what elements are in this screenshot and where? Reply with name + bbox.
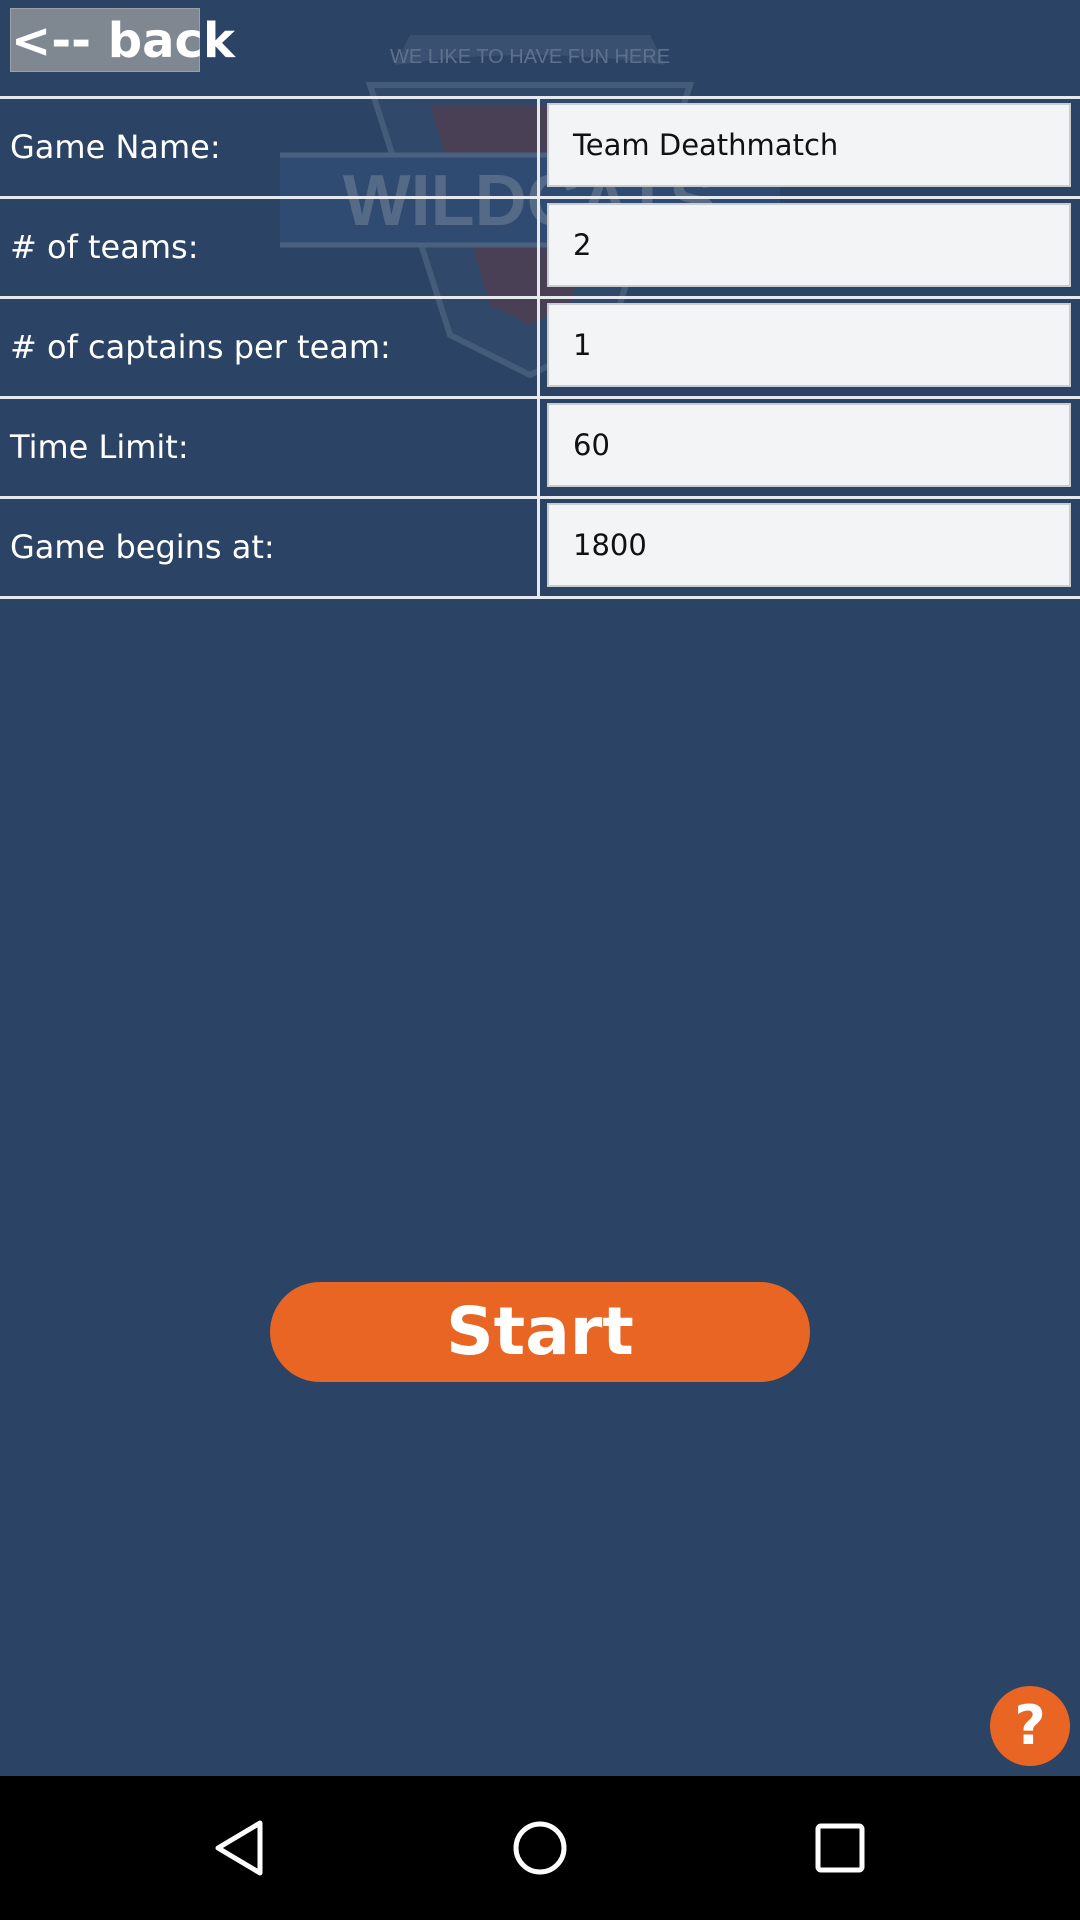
square-recents-icon: [815, 1823, 865, 1873]
time-limit-input[interactable]: 60: [547, 403, 1071, 487]
setting-row-teams: # of teams: 2: [0, 199, 1080, 299]
column-divider: [537, 299, 540, 396]
captains-per-team-label: # of captains per team:: [10, 328, 391, 366]
game-start-time-label: Game begins at:: [10, 528, 275, 566]
nav-home-button[interactable]: [480, 1776, 600, 1920]
setting-row-game-name: Game Name: Team Deathmatch: [0, 99, 1080, 199]
app-screen: WE LIKE TO HAVE FUN HERE WILDCATS <-- ba…: [0, 0, 1080, 1920]
nav-recents-button[interactable]: [780, 1776, 900, 1920]
column-divider: [537, 399, 540, 496]
column-divider: [537, 499, 540, 596]
circle-home-icon: [513, 1821, 567, 1875]
setting-row-captains: # of captains per team: 1: [0, 299, 1080, 399]
game-name-label: Game Name:: [10, 128, 221, 166]
column-divider: [537, 199, 540, 296]
captains-per-team-input[interactable]: 1: [547, 303, 1071, 387]
back-button[interactable]: <-- back: [10, 8, 235, 72]
triangle-back-icon: [215, 1820, 263, 1876]
nav-back-button[interactable]: [180, 1776, 300, 1920]
watermark-tagline: WE LIKE TO HAVE FUN HERE: [390, 46, 670, 68]
start-button[interactable]: Start: [270, 1282, 810, 1382]
time-limit-label: Time Limit:: [10, 428, 189, 466]
setting-row-time-limit: Time Limit: 60: [0, 399, 1080, 499]
game-settings-table: Game Name: Team Deathmatch # of teams: 2…: [0, 96, 1080, 599]
teams-count-input[interactable]: 2: [547, 203, 1071, 287]
teams-count-label: # of teams:: [10, 228, 199, 266]
game-name-input[interactable]: Team Deathmatch: [547, 103, 1071, 187]
help-button[interactable]: ?: [990, 1686, 1070, 1766]
column-divider: [537, 99, 540, 196]
game-start-time-input[interactable]: 1800: [547, 503, 1071, 587]
question-mark-icon: ?: [1014, 1694, 1046, 1757]
setting-row-start-time: Game begins at: 1800: [0, 499, 1080, 599]
android-navigation-bar: [0, 1776, 1080, 1920]
